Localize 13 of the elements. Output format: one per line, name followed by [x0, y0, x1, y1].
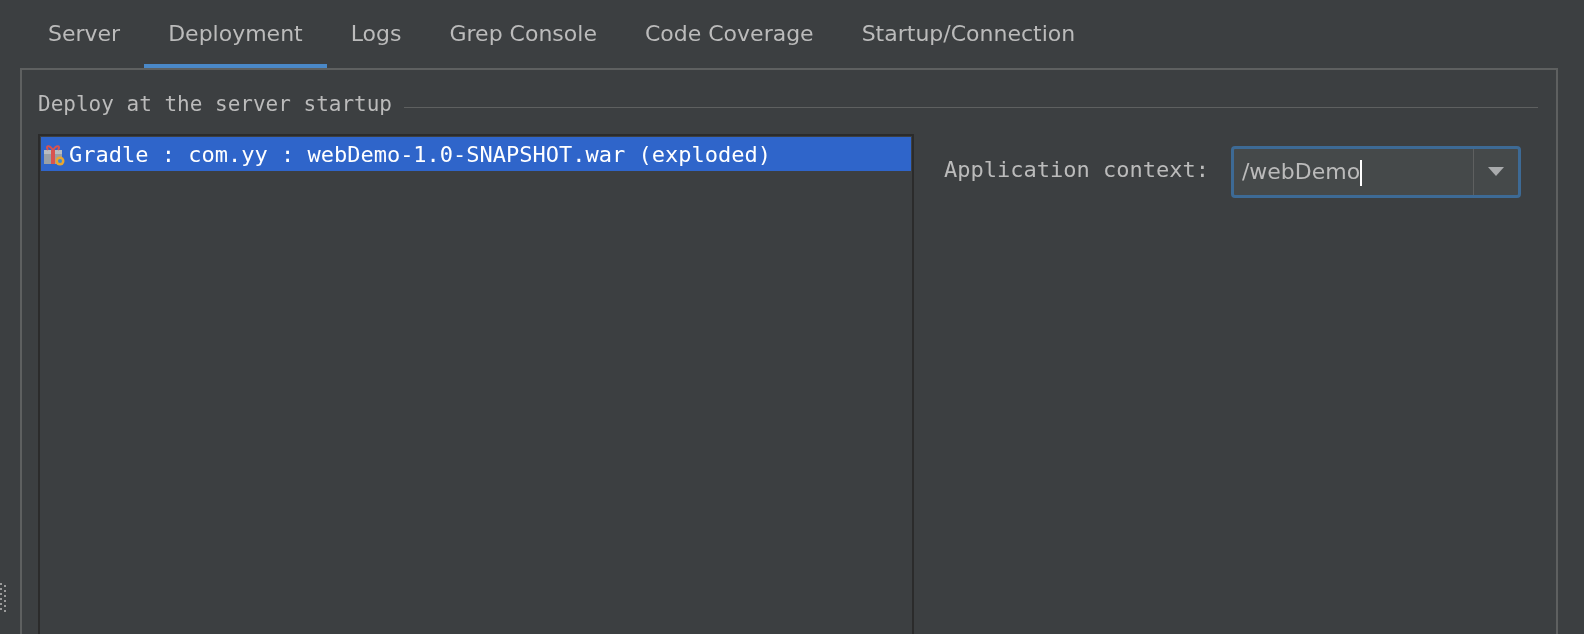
tab[interactable]: Logs: [326, 0, 426, 68]
field-label: Application context:: [944, 157, 1209, 182]
group-title: Deploy at the server startup: [38, 92, 392, 116]
tab[interactable]: Grep Console: [425, 0, 621, 68]
tab[interactable]: Deployment: [144, 0, 327, 68]
gift-icon: [43, 142, 65, 166]
tab[interactable]: Server: [24, 0, 145, 68]
dropdown-arrow-icon[interactable]: [1487, 167, 1504, 177]
grip-icon[interactable]: [0, 583, 6, 613]
artifact-item[interactable]: Gradle : com.yy : webDemo-1.0-SNAPSHOT.war (exploded): [41, 137, 911, 171]
tab[interactable]: Startup/Connection: [837, 0, 1100, 68]
tab[interactable]: Code Coverage: [620, 0, 838, 68]
context-combo-box[interactable]: /webDemo: [1230, 146, 1521, 198]
